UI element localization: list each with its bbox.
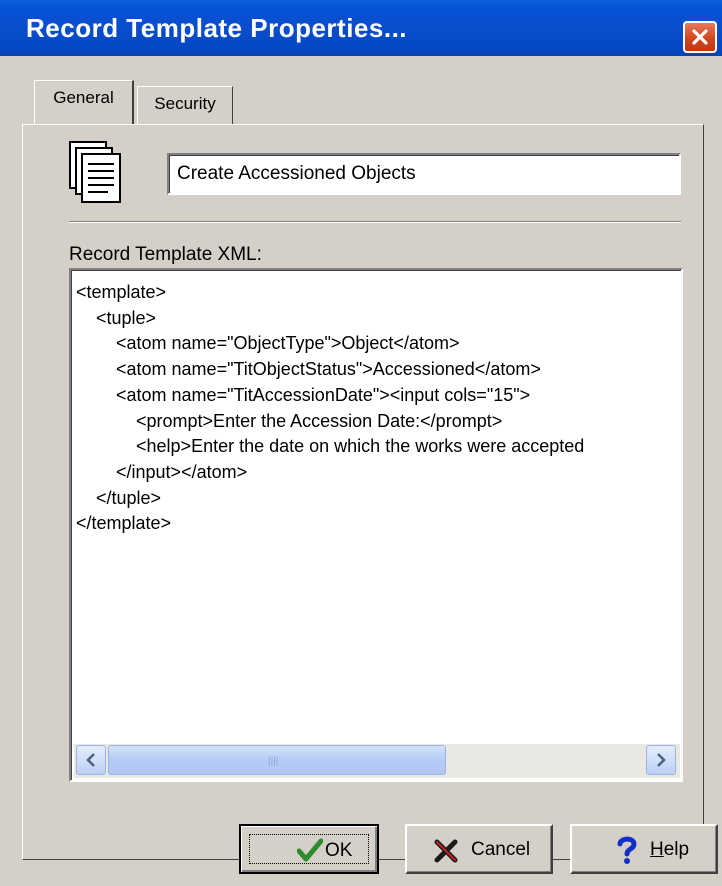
chevron-right-icon: [657, 753, 666, 767]
tab-security[interactable]: Security: [137, 86, 233, 124]
question-icon: [617, 836, 637, 864]
title-bar[interactable]: Record Template Properties...: [0, 0, 722, 56]
scroll-right-button[interactable]: [646, 745, 676, 775]
tab-general-label: General: [53, 88, 114, 107]
cancel-label: Cancel: [471, 839, 531, 860]
separator: [69, 221, 681, 223]
scrollbar-thumb[interactable]: ||||: [108, 745, 446, 775]
cancel-button[interactable]: Cancel: [405, 824, 553, 874]
tab-general[interactable]: General: [34, 80, 134, 124]
close-button[interactable]: [683, 21, 717, 53]
x-icon: [434, 839, 458, 863]
chevron-left-icon: [86, 753, 95, 767]
document-stack-icon: [69, 141, 121, 203]
checkmark-icon: [297, 838, 323, 862]
ok-label: OK: [325, 840, 353, 861]
xml-label: Record Template XML:: [69, 244, 262, 265]
template-name-input[interactable]: Create Accessioned Objects: [167, 153, 681, 195]
window-title: Record Template Properties...: [26, 13, 408, 43]
horizontal-scrollbar[interactable]: ||||: [74, 744, 680, 778]
xml-content[interactable]: <template> <tuple> <atom name="ObjectTyp…: [76, 280, 681, 740]
close-icon: [692, 29, 708, 45]
tab-security-label: Security: [154, 94, 216, 113]
scroll-left-button[interactable]: [76, 745, 106, 775]
ok-button[interactable]: OK: [239, 824, 379, 874]
help-button[interactable]: Help: [570, 824, 718, 874]
grip-icon: ||||: [268, 756, 279, 767]
xml-textarea[interactable]: <template> <tuple> <atom name="ObjectTyp…: [69, 268, 683, 782]
help-label: Help: [650, 839, 690, 860]
